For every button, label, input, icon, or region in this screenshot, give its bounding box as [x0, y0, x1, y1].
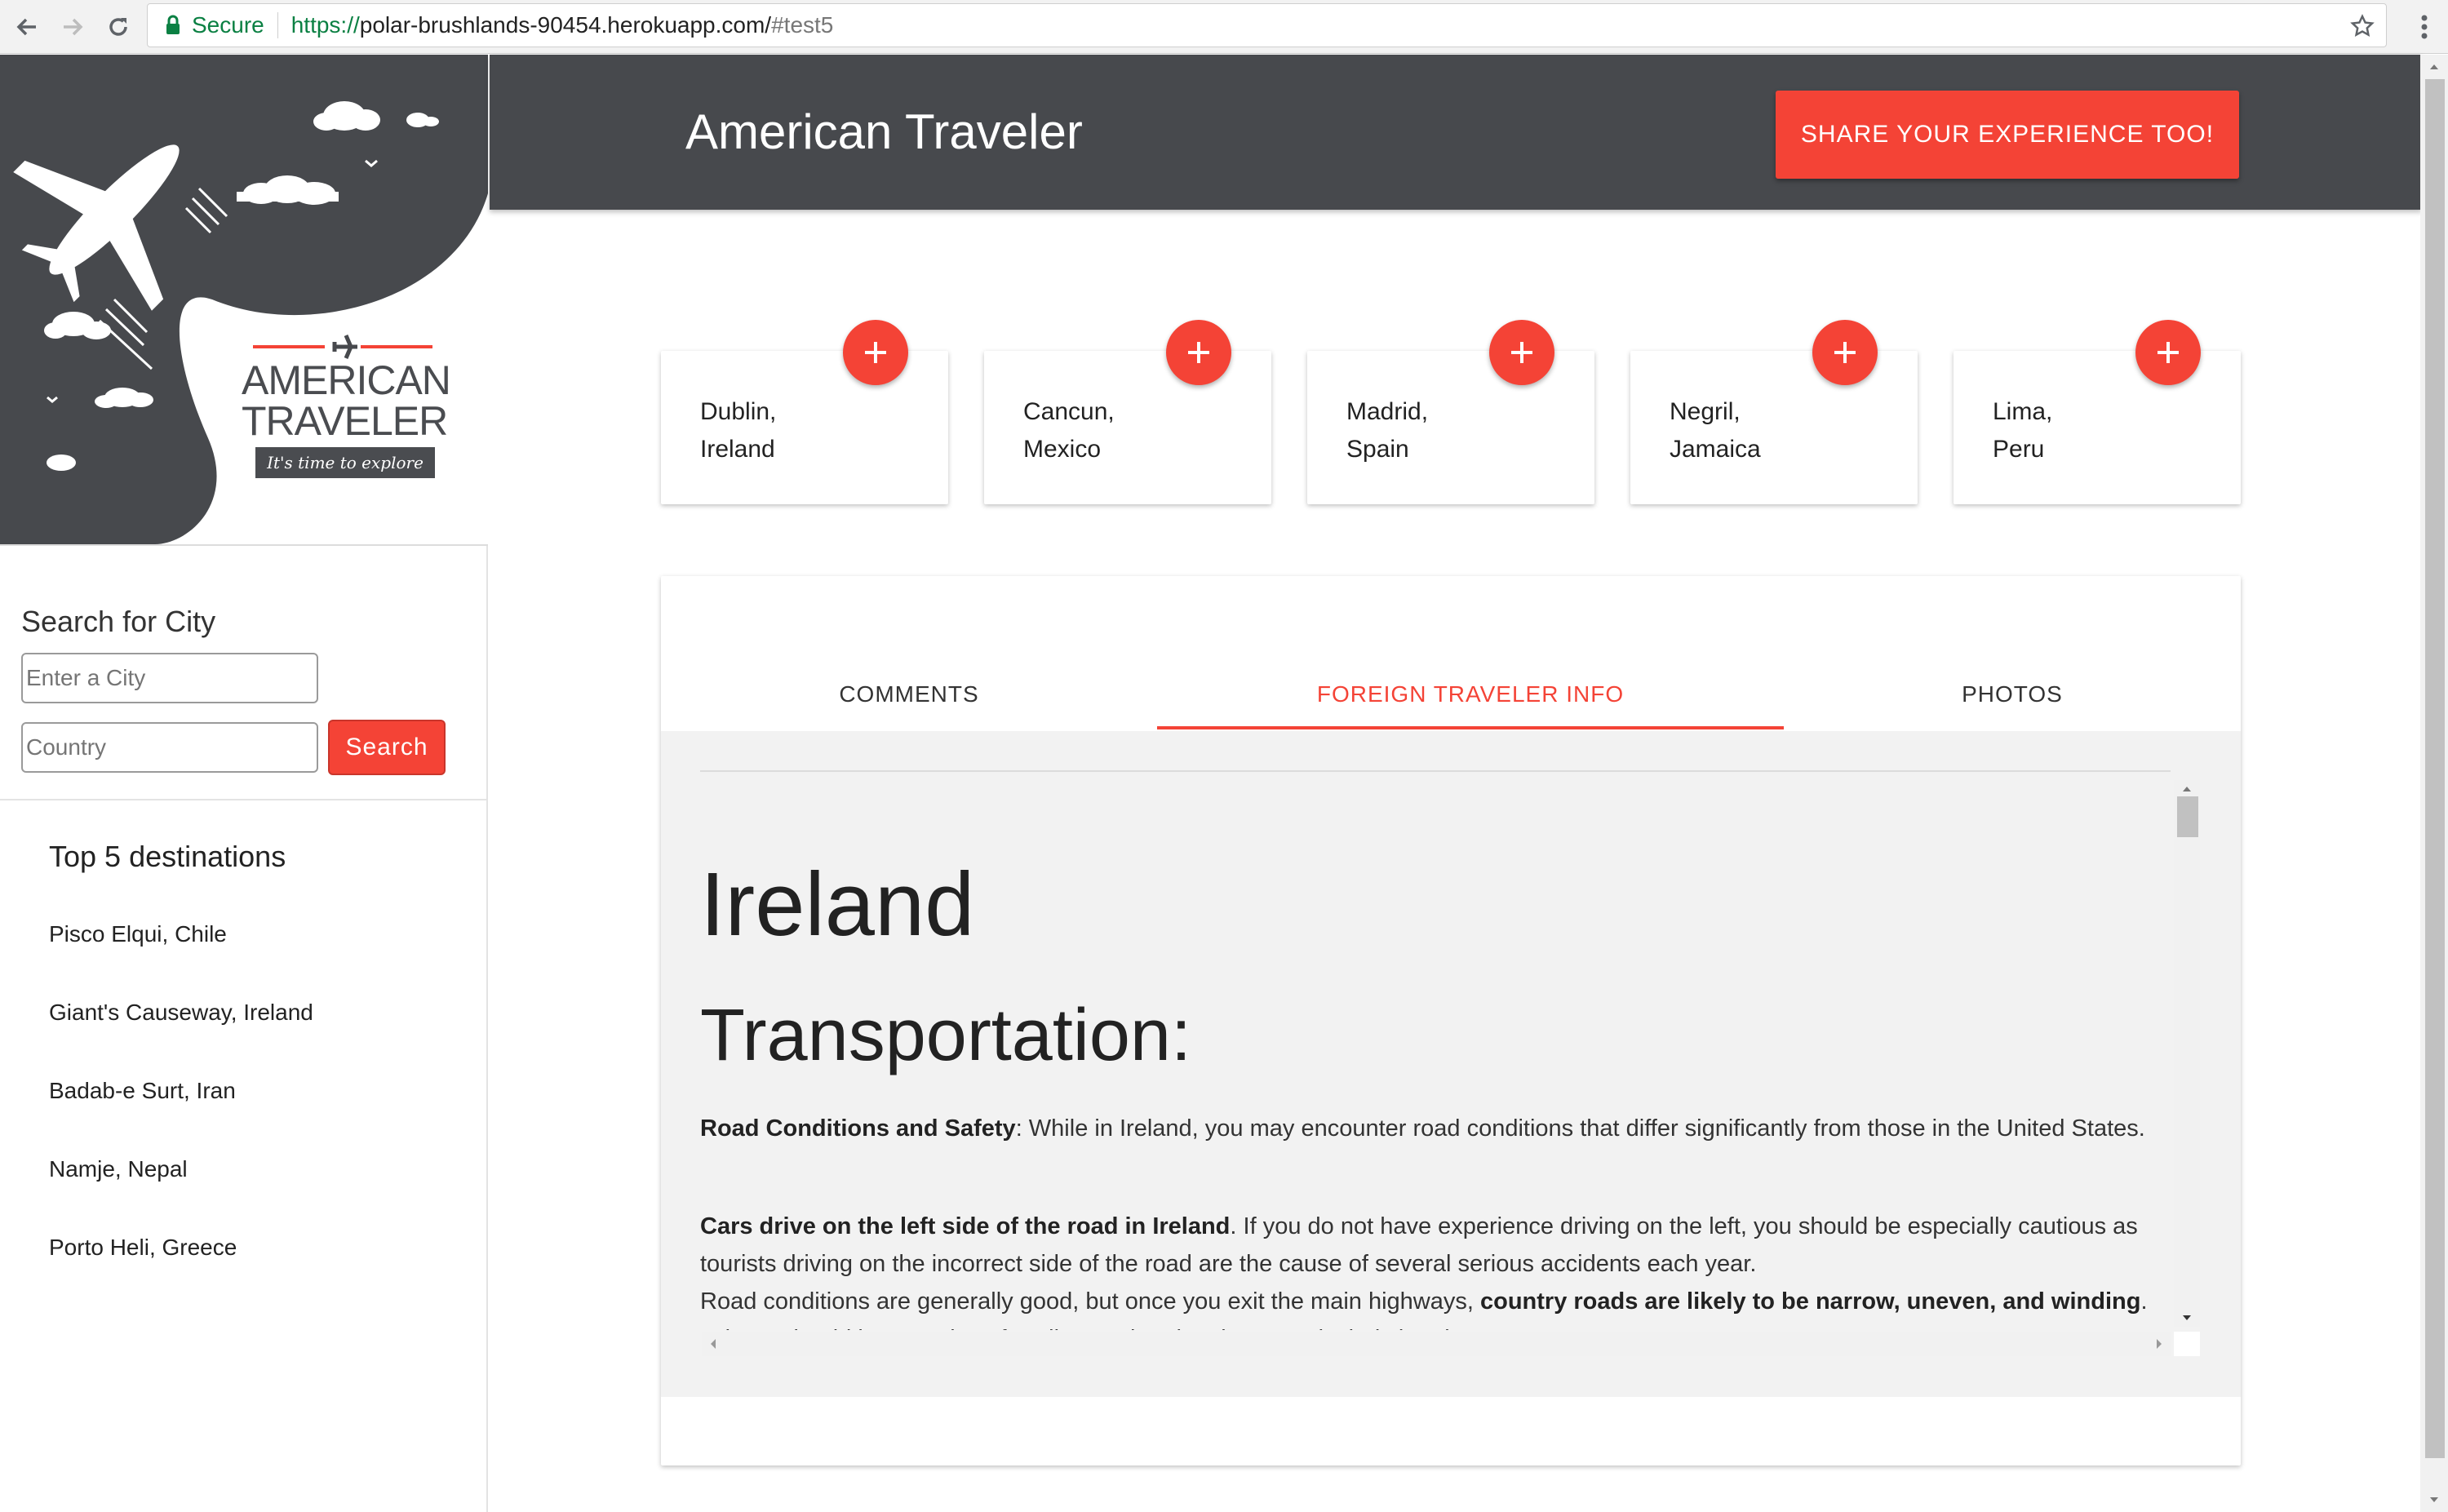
city-label: Cancun, [1023, 398, 1115, 425]
scroll-up-arrow-icon [2183, 787, 2191, 791]
scrollbar-corner [2174, 1332, 2200, 1356]
url-scheme: https:// [290, 12, 360, 38]
app-header: American Traveler SHARE YOUR EXPERIENCE … [490, 55, 2422, 210]
section-heading: Transportation: [700, 995, 1191, 1076]
reload-icon [109, 18, 127, 36]
destination-item[interactable]: Pisco Elqui, Chile [49, 921, 227, 947]
country-heading: Ireland [700, 854, 975, 955]
road-safety-paragraph: Road Conditions and Safety: While in Ire… [700, 1110, 2161, 1147]
vertical-scrollbar[interactable] [2174, 780, 2200, 1327]
back-button[interactable] [8, 8, 46, 46]
add-city-button[interactable] [1812, 320, 1878, 385]
logo-line-2: TRAVELER [242, 398, 448, 444]
search-title: Search for City [21, 605, 216, 638]
city-input[interactable] [21, 653, 318, 703]
city-card[interactable]: Lima, Peru [1954, 351, 2241, 504]
destination-item[interactable]: Giant's Causeway, Ireland [49, 1000, 313, 1026]
country-label: Peru [1993, 436, 2045, 463]
url-host: polar-brushlands-90454.herokuapp.com/ [359, 12, 772, 38]
forward-arrow-icon [64, 18, 83, 36]
city-label: Madrid, [1346, 398, 1429, 425]
tab-photos[interactable]: PHOTOS [1784, 658, 2241, 731]
top-destinations-title: Top 5 destinations [49, 840, 286, 873]
city-name: Lima, Peru [1993, 393, 2052, 468]
country-input[interactable] [21, 722, 318, 773]
scroll-right-arrow-icon [2157, 1339, 2162, 1349]
traveler-info-scroll-area[interactable]: Ireland Transportation: Road Conditions … [700, 775, 2169, 1330]
country-roads-label: country roads are likely to be narrow, u… [1479, 1288, 2141, 1315]
url-hash: #test5 [771, 12, 834, 38]
add-city-button[interactable] [1489, 320, 1554, 385]
vertical-scroll-thumb[interactable] [2177, 796, 2198, 837]
logo-panel: AMERICAN TRAVELER It's time to explore [0, 55, 488, 544]
browser-menu-icon[interactable] [2412, 8, 2437, 46]
city-name: Cancun, Mexico [1023, 393, 1115, 468]
scroll-down-arrow-icon [2183, 1315, 2191, 1320]
sidebar: AMERICAN TRAVELER It's time to explore S… [0, 55, 488, 1512]
road-safety-label: Road Conditions and Safety [700, 1115, 1016, 1142]
forward-button[interactable] [54, 8, 91, 46]
info-panel: COMMENTS FOREIGN TRAVELER INFO PHOTOS Ir… [661, 576, 2241, 1465]
country-label: Ireland [700, 436, 775, 463]
content-divider [700, 770, 2171, 772]
plus-icon [1188, 342, 1209, 363]
reload-button[interactable] [100, 8, 137, 46]
city-card[interactable]: Dublin, Ireland [661, 351, 948, 504]
search-button[interactable]: Search [328, 720, 446, 775]
page-scroll-down-icon [2430, 1497, 2438, 1502]
add-city-button[interactable] [843, 320, 908, 385]
page-scroll-up-icon [2430, 64, 2438, 69]
search-divider [0, 799, 488, 800]
back-arrow-icon [16, 18, 36, 36]
city-card[interactable]: Cancun, Mexico [984, 351, 1271, 504]
country-label: Spain [1346, 436, 1409, 463]
tab-foreign-traveler-info[interactable]: FOREIGN TRAVELER INFO [1157, 658, 1784, 731]
city-name: Negril, Jamaica [1670, 393, 1761, 468]
plus-icon [1834, 342, 1856, 363]
address-bar[interactable]: Secure https:// polar-brushlands-90454.h… [147, 3, 2387, 47]
add-city-button[interactable] [1166, 320, 1231, 385]
scroll-left-arrow-icon [711, 1339, 716, 1349]
brand-title[interactable]: American Traveler [685, 104, 1083, 160]
browser-toolbar: Secure https:// polar-brushlands-90454.h… [0, 0, 2448, 54]
lock-icon [162, 13, 184, 38]
city-label: Lima, [1993, 398, 2053, 425]
page-scrollbar[interactable] [2420, 55, 2448, 1512]
plus-icon [1511, 342, 1532, 363]
logo-divider [0, 544, 488, 546]
active-tab-indicator [1157, 726, 1784, 729]
logo-line-1: AMERICAN [242, 357, 451, 403]
horizontal-scrollbar[interactable] [702, 1332, 2171, 1356]
country-label: Mexico [1023, 436, 1102, 463]
left-side-paragraph: Cars drive on the left side of the road … [700, 1208, 2161, 1283]
city-name: Dublin, Ireland [700, 393, 776, 468]
road-conditions-text: Road conditions are generally good, but … [700, 1288, 1480, 1315]
page-scroll-thumb[interactable] [2425, 79, 2445, 1458]
omnibox-divider [277, 12, 278, 38]
add-city-button[interactable] [2135, 320, 2201, 385]
bookmark-star-icon[interactable] [2348, 12, 2376, 40]
destination-item[interactable]: Namje, Nepal [49, 1156, 188, 1182]
tab-content: Ireland Transportation: Road Conditions … [661, 731, 2241, 1397]
city-label: Dublin, [700, 398, 777, 425]
logo-tagline: It's time to explore [255, 447, 435, 478]
tab-comments[interactable]: COMMENTS [661, 658, 1157, 731]
city-label: Negril, [1670, 398, 1741, 425]
secure-label: Secure [192, 12, 264, 38]
plus-icon [2158, 342, 2179, 363]
destination-item[interactable]: Porto Heli, Greece [49, 1235, 237, 1261]
road-safety-text: : While in Ireland, you may encounter ro… [1015, 1115, 2145, 1142]
tab-bar: COMMENTS FOREIGN TRAVELER INFO PHOTOS [661, 658, 2241, 731]
destination-item[interactable]: Badab-e Surt, Iran [49, 1078, 236, 1104]
logo-wordmark: AMERICAN TRAVELER [242, 357, 451, 444]
left-side-label: Cars drive on the left side of the road … [700, 1213, 1231, 1239]
city-card[interactable]: Madrid, Spain [1307, 351, 1594, 504]
road-conditions-paragraph: Road conditions are generally good, but … [700, 1283, 2161, 1330]
country-label: Jamaica [1670, 436, 1761, 463]
plus-icon [865, 342, 886, 363]
city-card[interactable]: Negril, Jamaica [1630, 351, 1918, 504]
city-name: Madrid, Spain [1346, 393, 1428, 468]
share-experience-button[interactable]: SHARE YOUR EXPERIENCE TOO! [1776, 91, 2239, 179]
